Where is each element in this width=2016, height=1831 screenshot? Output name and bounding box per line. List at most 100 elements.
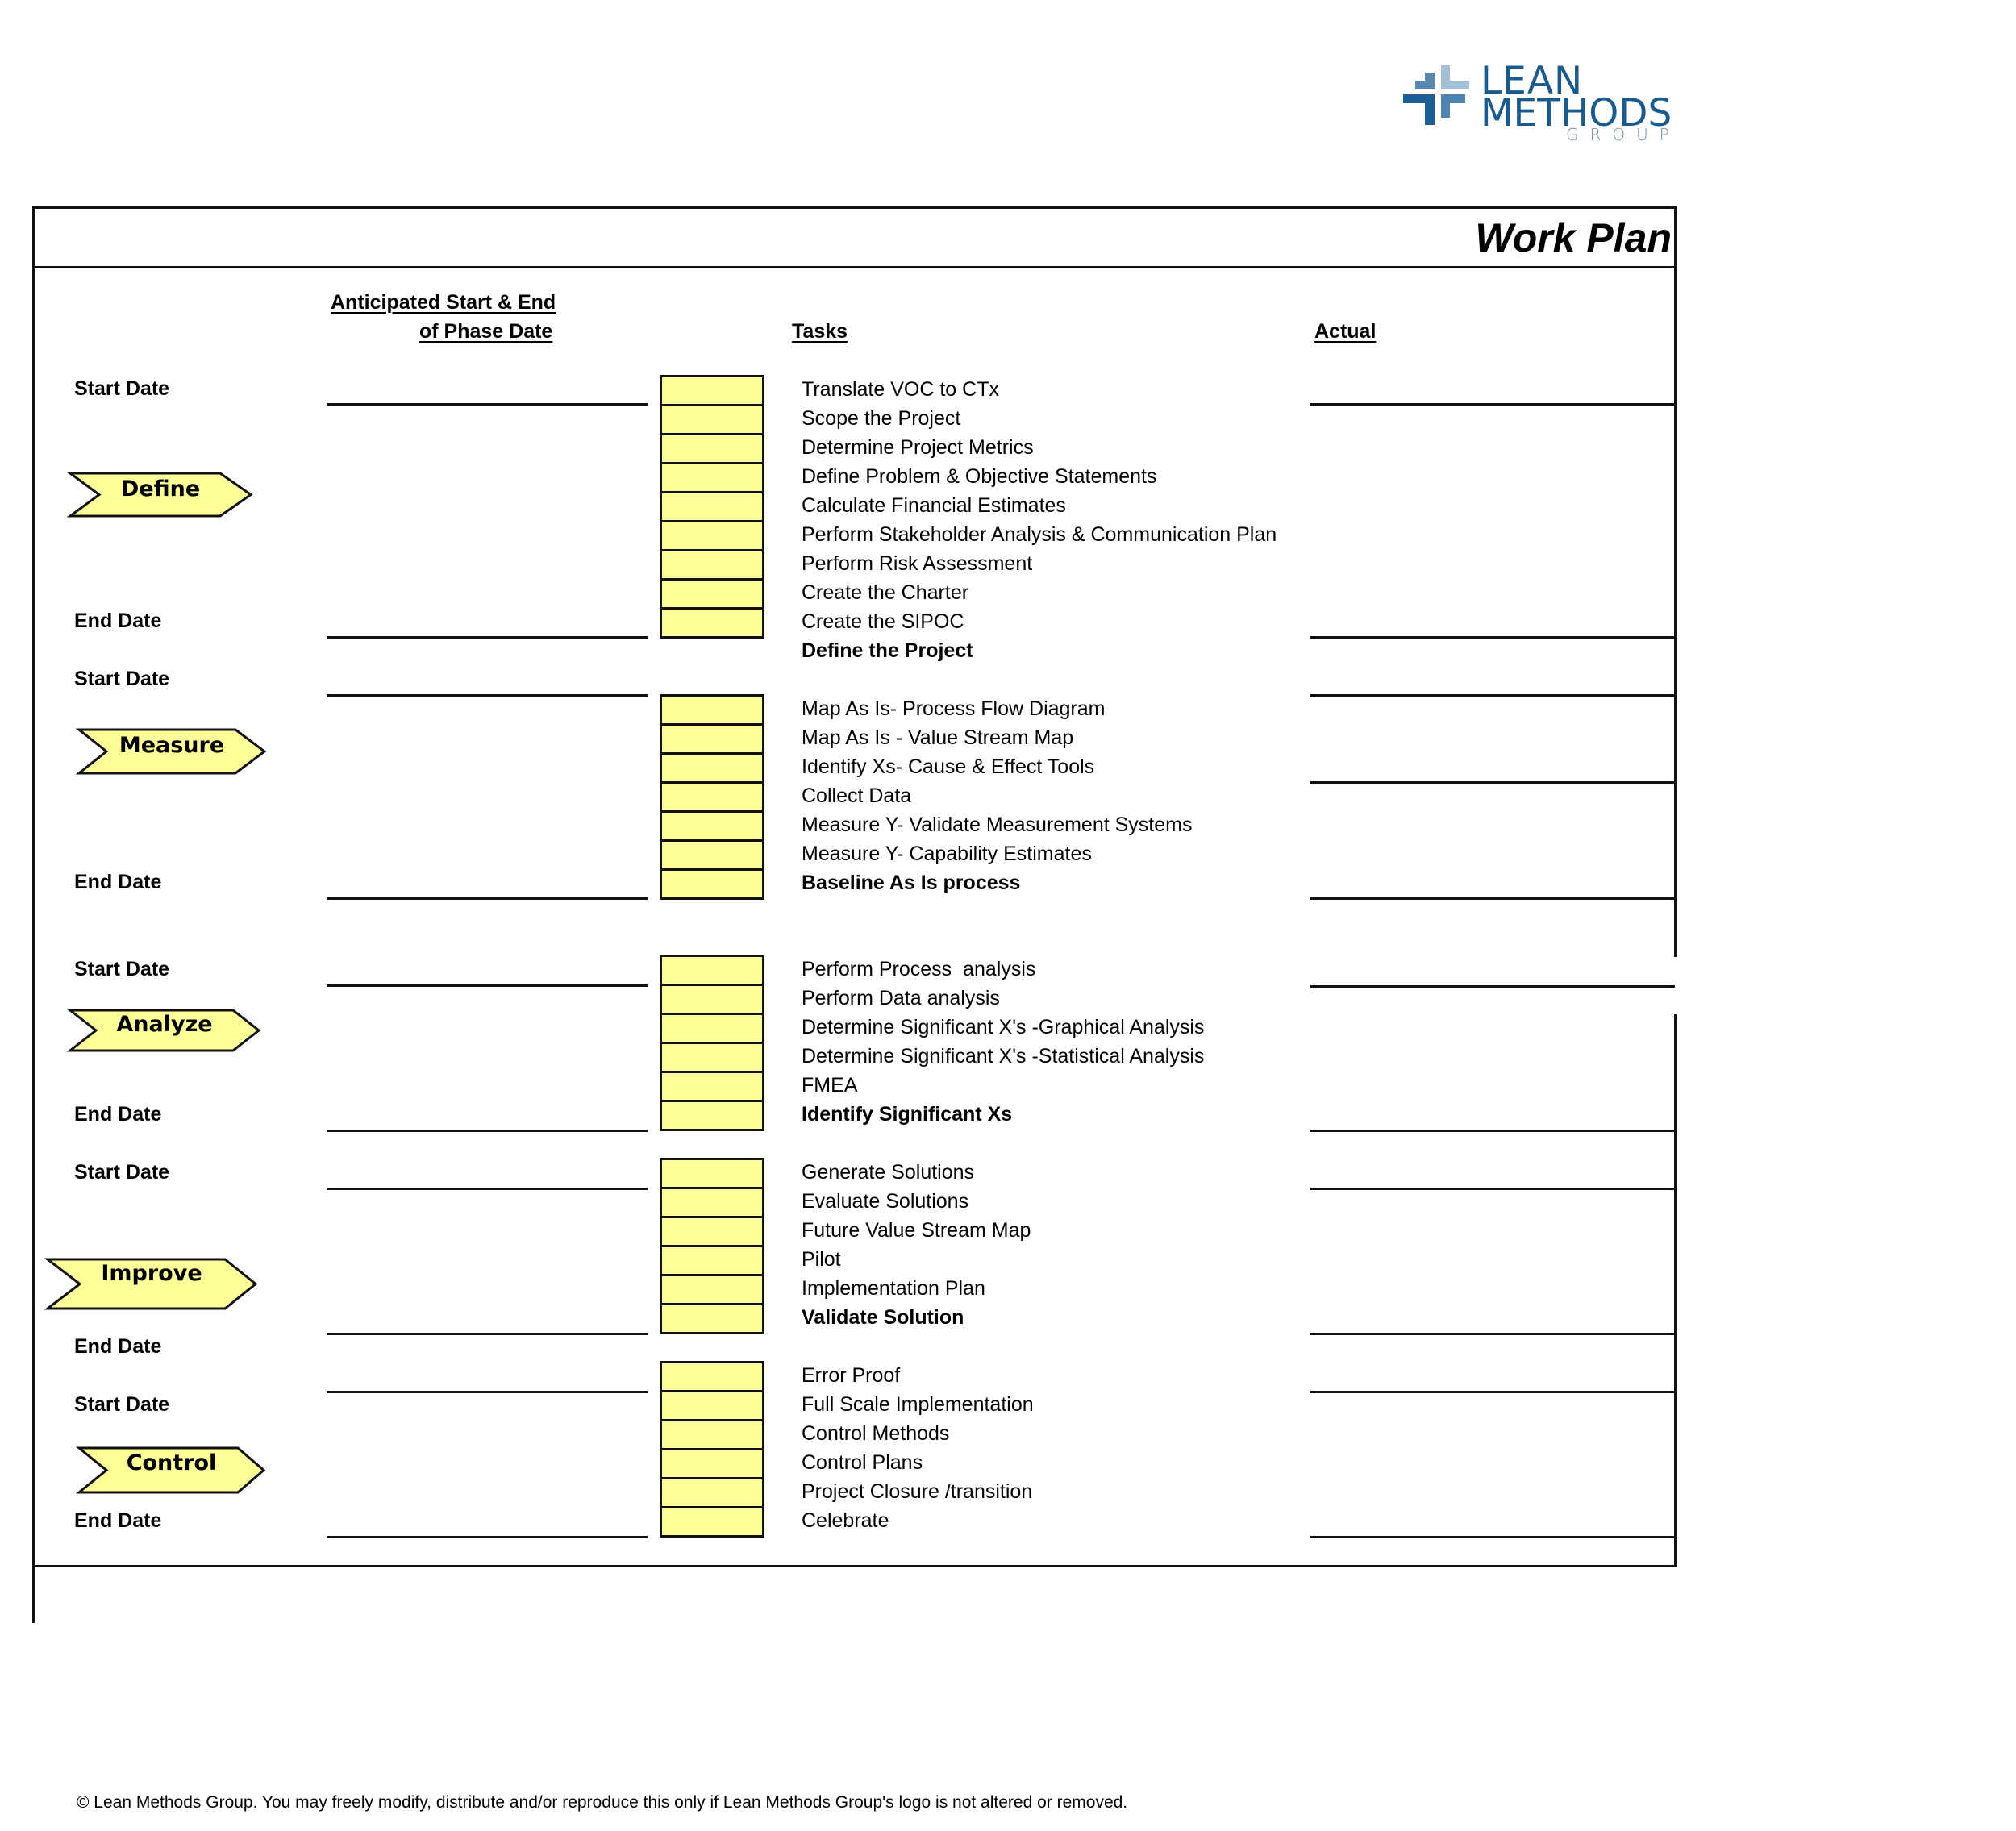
task-checkbox[interactable] xyxy=(662,1247,762,1276)
task-checkbox[interactable] xyxy=(662,813,762,842)
phase-arrow-label: Analyze xyxy=(116,1012,213,1037)
phase-arrow-improve: Improve xyxy=(44,1258,258,1310)
task-checkbox[interactable] xyxy=(662,1392,762,1421)
improve-anticipated-end-line xyxy=(327,1333,648,1335)
task-item: Create the Charter xyxy=(802,581,969,604)
task-item: Create the SIPOC xyxy=(802,610,964,633)
task-checkbox[interactable] xyxy=(662,406,762,435)
task-checkbox[interactable] xyxy=(662,697,762,726)
control-actual-start-field[interactable] xyxy=(1310,1363,1673,1391)
task-item: Control Methods xyxy=(802,1422,950,1445)
measure-actual-mid-field[interactable] xyxy=(1310,754,1673,781)
task-checkbox[interactable] xyxy=(662,1160,762,1189)
tasks-header: Tasks xyxy=(792,320,848,343)
analyze-anticipated-end-field[interactable] xyxy=(327,1102,645,1130)
copyright-notice: © Lean Methods Group. You may freely mod… xyxy=(77,1793,1128,1812)
start-date-label: Start Date xyxy=(74,1161,170,1184)
task-item: Map As Is - Value Stream Map xyxy=(802,726,1074,749)
start-date-label: Start Date xyxy=(74,958,170,980)
task-item: Measure Y- Capability Estimates xyxy=(802,843,1092,865)
measure-task-list: Map As Is- Process Flow Diagram Map As I… xyxy=(802,694,1193,897)
define-anticipated-end-field[interactable] xyxy=(327,609,645,636)
task-checkbox[interactable] xyxy=(662,610,762,639)
task-item: Full Scale Implementation xyxy=(802,1393,1034,1416)
analyze-actual-end-field[interactable] xyxy=(1310,1102,1673,1130)
task-item: Define Problem & Objective Statements xyxy=(802,465,1157,488)
task-checkbox[interactable] xyxy=(662,1508,762,1538)
analyze-actual-start-line xyxy=(1310,985,1675,988)
task-checkbox[interactable] xyxy=(662,1015,762,1044)
task-checkbox[interactable] xyxy=(662,377,762,406)
analyze-actual-end-line xyxy=(1310,1130,1675,1132)
start-date-label: Start Date xyxy=(74,1393,170,1416)
task-checkbox[interactable] xyxy=(662,755,762,784)
improve-actual-start-field[interactable] xyxy=(1310,1160,1673,1188)
analyze-anticipated-start-line xyxy=(327,984,648,987)
task-item: Determine Project Metrics xyxy=(802,436,1034,459)
task-item: Identify Significant Xs xyxy=(802,1103,1013,1126)
phase-arrow-measure: Measure xyxy=(75,728,267,775)
phase-arrow-define: Define xyxy=(66,472,253,518)
improve-actual-start-line xyxy=(1310,1188,1675,1190)
measure-anticipated-end-line xyxy=(327,897,648,900)
analyze-anticipated-start-field[interactable] xyxy=(327,957,645,984)
improve-anticipated-end-field[interactable] xyxy=(327,1305,645,1333)
anticipated-header-line1: Anticipated Start & End xyxy=(331,291,556,314)
define-anticipated-start-field[interactable] xyxy=(327,376,645,403)
measure-actual-start-field[interactable] xyxy=(1310,667,1673,694)
improve-actual-end-line xyxy=(1310,1333,1675,1335)
task-checkbox[interactable] xyxy=(662,464,762,493)
task-checkbox[interactable] xyxy=(662,1421,762,1450)
task-checkbox[interactable] xyxy=(662,522,762,551)
improve-actual-end-field[interactable] xyxy=(1310,1305,1673,1333)
task-checkbox[interactable] xyxy=(662,1102,762,1131)
phase-arrow-control: Control xyxy=(75,1446,266,1494)
measure-actual-start-line xyxy=(1310,694,1675,697)
page-title: Work Plan xyxy=(1475,215,1672,260)
task-checkbox[interactable] xyxy=(662,1479,762,1508)
task-checkbox[interactable] xyxy=(662,1363,762,1392)
task-checkbox[interactable] xyxy=(662,581,762,610)
task-checkbox[interactable] xyxy=(662,1276,762,1305)
measure-anticipated-start-field[interactable] xyxy=(327,667,645,694)
task-checkbox[interactable] xyxy=(662,1044,762,1073)
task-checkbox[interactable] xyxy=(662,871,762,900)
control-actual-end-field[interactable] xyxy=(1310,1508,1673,1536)
task-checkbox[interactable] xyxy=(662,1189,762,1218)
task-item: Baseline As Is process xyxy=(802,872,1021,894)
measure-anticipated-end-field[interactable] xyxy=(327,870,645,897)
task-checkbox[interactable] xyxy=(662,1305,762,1334)
control-anticipated-end-field[interactable] xyxy=(327,1508,645,1536)
control-task-list: Error Proof Full Scale Implementation Co… xyxy=(802,1361,1034,1535)
improve-anticipated-start-field[interactable] xyxy=(327,1160,645,1188)
define-actual-start-field[interactable] xyxy=(1310,376,1673,403)
task-item: Perform Stakeholder Analysis & Communica… xyxy=(802,523,1277,546)
task-checkbox[interactable] xyxy=(662,957,762,986)
task-checkbox[interactable] xyxy=(662,842,762,871)
measure-checkbox-column xyxy=(660,694,764,900)
control-anticipated-start-line xyxy=(327,1391,648,1393)
task-checkbox[interactable] xyxy=(662,726,762,755)
frame-left-border xyxy=(32,206,35,1623)
logo-text-group: GROUP xyxy=(1566,125,1681,144)
task-checkbox[interactable] xyxy=(662,1073,762,1102)
task-checkbox[interactable] xyxy=(662,1450,762,1479)
task-checkbox[interactable] xyxy=(662,1218,762,1247)
task-checkbox[interactable] xyxy=(662,784,762,813)
analyze-actual-start-field[interactable] xyxy=(1310,958,1673,985)
frame-right-border-upper xyxy=(1674,206,1677,957)
task-checkbox[interactable] xyxy=(662,435,762,464)
phase-arrow-label: Improve xyxy=(101,1261,202,1286)
task-checkbox[interactable] xyxy=(662,493,762,522)
define-actual-end-field[interactable] xyxy=(1310,609,1673,636)
task-item: Scope the Project xyxy=(802,407,961,430)
task-checkbox[interactable] xyxy=(662,551,762,581)
measure-actual-end-field[interactable] xyxy=(1310,870,1673,897)
task-item: Perform Process analysis xyxy=(802,958,1036,980)
task-checkbox[interactable] xyxy=(662,986,762,1015)
define-actual-start-line xyxy=(1310,403,1675,406)
task-item: Celebrate xyxy=(802,1509,889,1532)
task-item: Validate Solution xyxy=(802,1306,964,1329)
control-anticipated-start-field[interactable] xyxy=(327,1363,645,1391)
start-date-label: Start Date xyxy=(74,377,170,400)
